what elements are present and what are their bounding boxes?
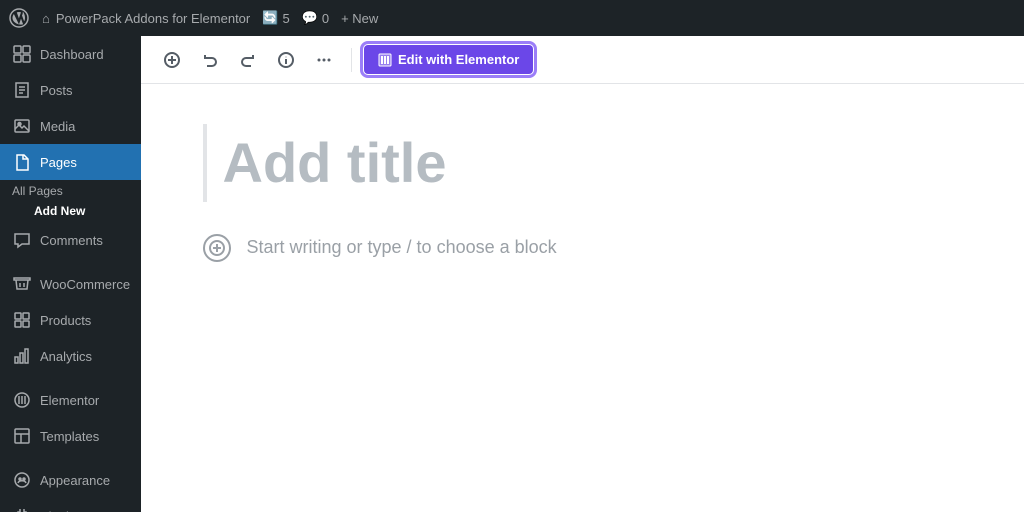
sidebar-item-pages[interactable]: Pages xyxy=(0,144,141,180)
sidebar-item-templates[interactable]: Templates xyxy=(0,418,141,454)
content-area: Edit with Elementor Add title xyxy=(141,36,1024,512)
more-button[interactable] xyxy=(309,45,339,75)
pages-sub-label: All Pages xyxy=(0,180,141,200)
sidebar-subitem-add-new[interactable]: Add New xyxy=(0,200,141,222)
comments-sidebar-icon xyxy=(12,230,32,250)
title-area: Add title xyxy=(203,124,963,202)
sidebar-item-woocommerce[interactable]: WooCommerce xyxy=(0,266,141,302)
sidebar-item-media[interactable]: Media xyxy=(0,108,141,144)
dashboard-icon xyxy=(12,44,32,64)
new-item[interactable]: + New xyxy=(341,11,378,26)
products-icon xyxy=(12,310,32,330)
wp-logo[interactable] xyxy=(8,7,30,29)
toolbar-sep xyxy=(351,48,352,72)
redo-button[interactable] xyxy=(233,45,263,75)
templates-icon xyxy=(12,426,32,446)
main-layout: Dashboard Posts Media xyxy=(0,36,1024,512)
sidebar-item-plugins[interactable]: Plugins xyxy=(0,498,141,512)
editor-content[interactable]: Add title Start writing or type / to cho… xyxy=(141,84,1024,512)
editor-toolbar: Edit with Elementor xyxy=(141,36,1024,84)
start-writing-area: Start writing or type / to choose a bloc… xyxy=(203,234,963,262)
edit-with-elementor-button[interactable]: Edit with Elementor xyxy=(364,45,533,74)
undo-button[interactable] xyxy=(195,45,225,75)
editor-inner: Add title Start writing or type / to cho… xyxy=(203,124,963,262)
comments-item[interactable]: 💬 0 xyxy=(302,10,329,26)
sidebar-item-products[interactable]: Products xyxy=(0,302,141,338)
info-button[interactable] xyxy=(271,45,301,75)
admin-bar: ⌂ PowerPack Addons for Elementor 🔄 5 💬 0… xyxy=(0,0,1024,36)
sidebar: Dashboard Posts Media xyxy=(0,36,141,512)
media-icon xyxy=(12,116,32,136)
elementor-icon xyxy=(12,390,32,410)
appearance-icon xyxy=(12,470,32,490)
plugins-icon xyxy=(12,506,32,512)
updates-item[interactable]: 🔄 5 xyxy=(262,10,289,26)
pages-icon xyxy=(12,152,32,172)
add-block-icon[interactable] xyxy=(203,234,231,262)
sidebar-item-dashboard[interactable]: Dashboard xyxy=(0,36,141,72)
title-placeholder[interactable]: Add title xyxy=(223,132,947,194)
woocommerce-icon xyxy=(12,274,32,294)
sidebar-item-elementor[interactable]: Elementor xyxy=(0,382,141,418)
sidebar-item-comments[interactable]: Comments xyxy=(0,222,141,258)
sidebar-item-analytics[interactable]: Analytics xyxy=(0,338,141,374)
analytics-icon xyxy=(12,346,32,366)
sidebar-item-posts[interactable]: Posts xyxy=(0,72,141,108)
site-name[interactable]: ⌂ PowerPack Addons for Elementor xyxy=(42,11,250,26)
body-placeholder: Start writing or type / to choose a bloc… xyxy=(247,237,557,258)
add-block-button[interactable] xyxy=(157,45,187,75)
posts-icon xyxy=(12,80,32,100)
sidebar-item-appearance[interactable]: Appearance xyxy=(0,462,141,498)
